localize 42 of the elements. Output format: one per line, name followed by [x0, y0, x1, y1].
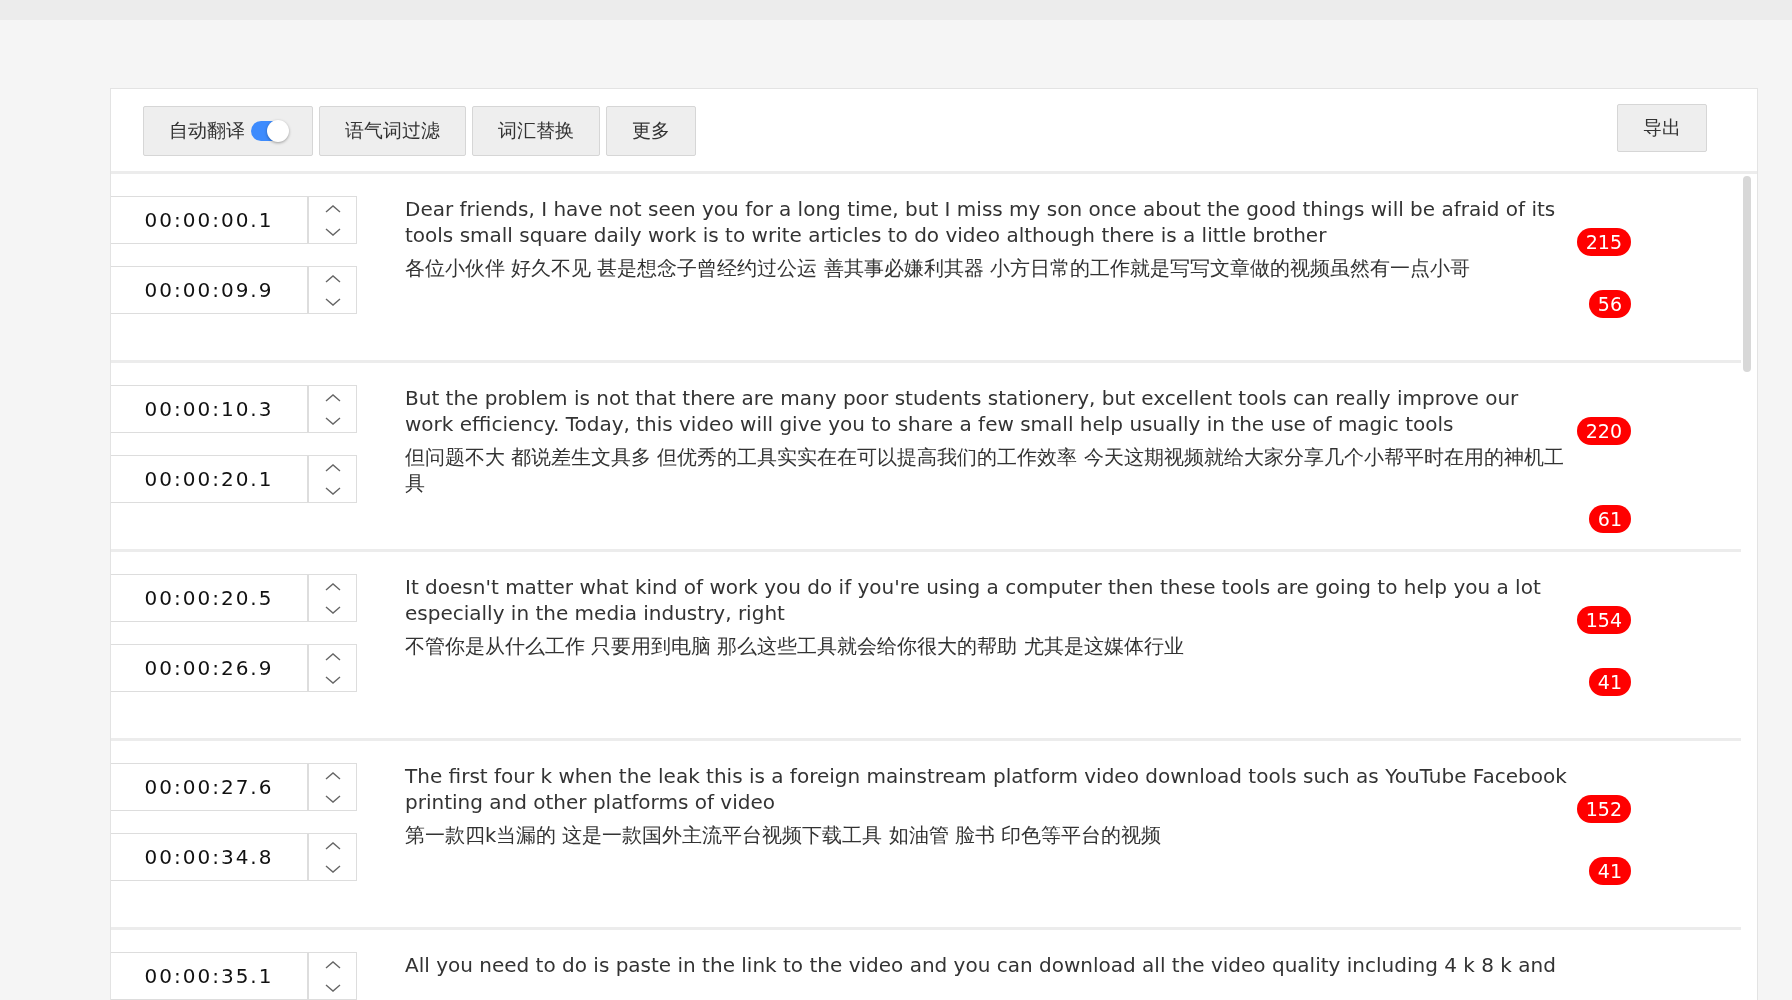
time-input-field[interactable]: 00:00:26.9 [111, 644, 308, 692]
chinese-subtitle-text: 但问题不大 都说差生文具多 但优秀的工具实实在在可以提高我们的工作效率 今天这期视频就给大家分享几个小帮平时在用的神机工具 [405, 445, 1565, 497]
toolbar-button[interactable]: 词汇替换 [472, 106, 600, 156]
character-count-badge: 152 [1576, 795, 1631, 823]
export-button[interactable]: 导出 [1617, 104, 1707, 152]
time-stepper[interactable] [308, 455, 357, 503]
time-stepper[interactable] [308, 196, 357, 244]
character-count-badge: 220 [1576, 417, 1631, 445]
time-input-field[interactable]: 00:00:10.3 [111, 385, 308, 433]
scrollbar-thumb[interactable] [1743, 176, 1751, 372]
time-stepper[interactable] [308, 574, 357, 622]
character-count-badge: 56 [1588, 290, 1631, 318]
toolbar-button[interactable]: 语气词过滤 [319, 106, 466, 156]
time-stepper[interactable] [308, 952, 357, 1000]
time-input-field[interactable]: 00:00:20.1 [111, 455, 308, 503]
time-stepper[interactable] [308, 266, 357, 314]
character-count-badge: 215 [1576, 228, 1631, 256]
english-subtitle-text: But the problem is not that there are many poor students stationery, but excellent tools can really improve our work efficiency. Today, this video will give you to share a few small help usually in the use of magic tools [405, 385, 1520, 437]
time-stepper[interactable] [308, 385, 357, 433]
time-input-field[interactable]: 00:00:27.6 [111, 763, 308, 811]
english-subtitle-text: All you need to do is paste in the link to the video and you can download all the video quality including 4 k 8 k and [405, 952, 1557, 978]
time-stepper[interactable] [308, 763, 357, 811]
character-count-badge: 154 [1576, 606, 1631, 634]
time-input-field[interactable]: 00:00:09.9 [111, 266, 308, 314]
character-count-badge: 41 [1588, 668, 1631, 696]
chinese-subtitle-text: 第一款四k当漏的 这是一款国外主流平台视频下载工具 如油管 脸书 印色等平台的视频 [405, 823, 1163, 849]
toolbar-button[interactable]: 更多 [606, 106, 696, 156]
chinese-subtitle-text: 不管你是从什么工作 只要用到电脑 那么这些工具就会给你很大的帮助 尤其是这媒体行业 [405, 634, 1185, 660]
character-count-badge: 61 [1588, 505, 1631, 533]
chinese-subtitle-text: 各位小伙伴 好久不见 甚是想念子曾经约过公运 善其事必嫌利其器 小方日常的工作就是写写文章做的视频虽然有一点小哥 [405, 256, 1471, 282]
character-count-badge: 41 [1588, 857, 1631, 885]
time-input-field[interactable]: 00:00:00.1 [111, 196, 308, 244]
time-stepper[interactable] [308, 833, 357, 881]
english-subtitle-text: It doesn't matter what kind of work you do if you're using a computer then these tools are going to help you a lot especially in the media industry, right [405, 574, 1542, 626]
english-subtitle-text: Dear friends, I have not seen you for a long time, but I miss my son once about the good things will be afraid of its tools small square daily work is to write articles to do video although there is a little brother [405, 196, 1557, 248]
toggle-switch[interactable] [251, 121, 287, 141]
english-subtitle-text: The first four k when the leak this is a foreign mainstream platform video download tools such as YouTube Facebook printing and other platforms of video [405, 763, 1568, 815]
auto-translate-toggle-button[interactable]: 自动翻译 [143, 106, 313, 156]
time-input-field[interactable]: 00:00:20.5 [111, 574, 308, 622]
time-input-field[interactable]: 00:00:34.8 [111, 833, 308, 881]
time-stepper[interactable] [308, 644, 357, 692]
time-input-field[interactable]: 00:00:35.1 [111, 952, 308, 1000]
